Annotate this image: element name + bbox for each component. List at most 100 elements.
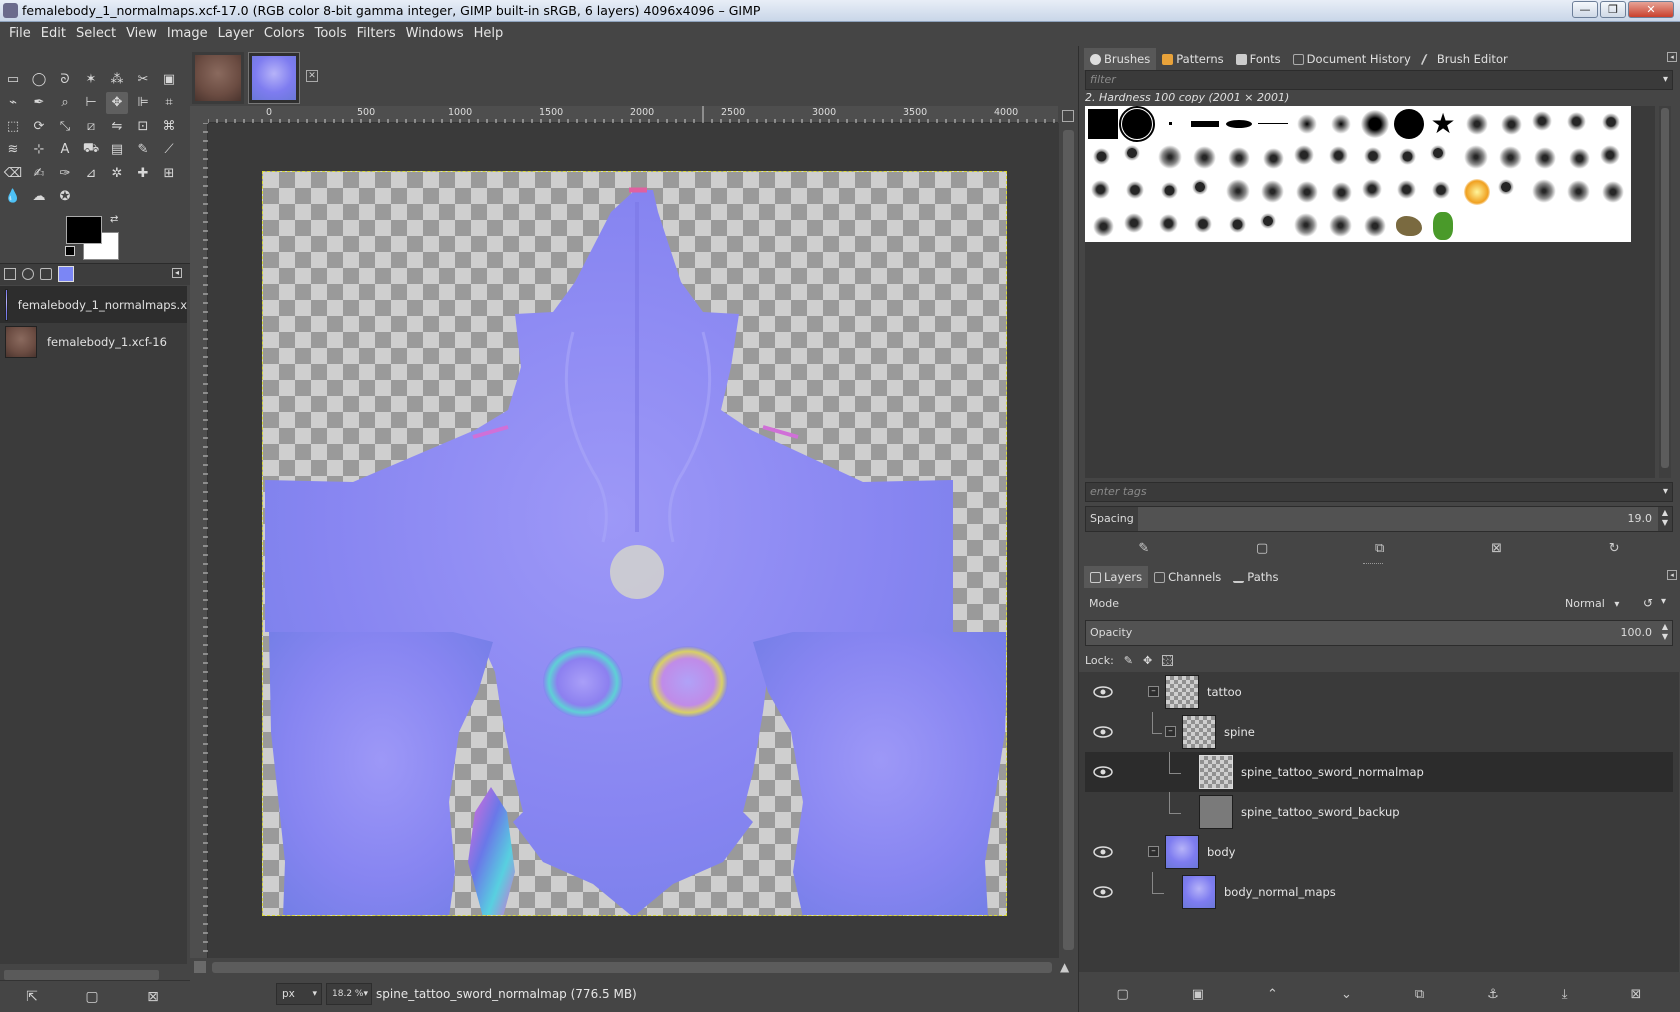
horizontal-scrollbar[interactable]: ▲ <box>190 958 1078 976</box>
paths-icon[interactable]: ⌁ <box>2 92 24 114</box>
brush-preview[interactable] <box>1189 108 1221 140</box>
brush-scrollbar[interactable] <box>1659 106 1671 478</box>
flip-icon[interactable]: ⇋ <box>106 115 128 137</box>
layer-row-body[interactable]: – body <box>1085 832 1673 872</box>
collapse-group-icon[interactable]: – <box>1165 726 1176 737</box>
spacing-slider[interactable]: Spacing 19.0 ▲ ▼ <box>1085 506 1673 532</box>
default-colors-icon[interactable] <box>65 246 75 256</box>
brush-preview[interactable] <box>1155 142 1187 174</box>
menu-layer[interactable]: Layer <box>213 22 259 46</box>
vertical-scrollbar[interactable] <box>1059 106 1078 958</box>
eye-icon[interactable] <box>1092 845 1114 859</box>
brush-preview[interactable] <box>1257 210 1289 242</box>
image-list-item[interactable]: femalebody_1_normalmaps.x <box>0 286 187 323</box>
brush-preview[interactable] <box>1119 106 1155 142</box>
lock-pixels-icon[interactable]: ✎ <box>1124 654 1133 667</box>
tab-brush-editor[interactable]: Brush Editor <box>1417 48 1514 70</box>
brush-preview[interactable] <box>1291 210 1323 242</box>
blur-icon[interactable]: 💧 <box>2 186 24 208</box>
delete-image-icon[interactable]: ⊠ <box>143 987 163 1007</box>
ellipse-select-icon[interactable]: ◯ <box>28 68 50 90</box>
collapse-group-icon[interactable]: – <box>1148 686 1159 697</box>
cage-icon[interactable]: ⌘ <box>158 115 180 137</box>
brush-preview[interactable] <box>1393 176 1425 208</box>
brush-preview[interactable] <box>1087 142 1119 174</box>
heal-icon[interactable]: ✚ <box>132 162 154 184</box>
tab-document-history[interactable]: Document History <box>1287 48 1417 70</box>
images-tab-icon[interactable] <box>58 266 74 282</box>
brush-preview[interactable] <box>1563 176 1595 208</box>
align-icon[interactable]: ⊫ <box>132 92 154 114</box>
brush-preview[interactable] <box>1291 142 1323 174</box>
menu-tools[interactable]: Tools <box>310 22 352 46</box>
ruler-horizontal[interactable]: 0 500 1000 1500 2000 2500 3000 3500 4000 <box>208 106 1058 123</box>
ruler-corner[interactable] <box>190 106 208 123</box>
vertical-scroll-thumb[interactable] <box>1063 130 1074 950</box>
brush-preview[interactable] <box>1257 142 1289 174</box>
eye-icon[interactable] <box>1092 765 1114 779</box>
menu-colors[interactable]: Colors <box>259 22 310 46</box>
brush-preview[interactable] <box>1087 108 1119 140</box>
undo-history-tab-icon[interactable] <box>40 268 52 280</box>
new-layer-icon[interactable]: ▢ <box>1116 987 1128 1002</box>
zoom-to-fit-icon[interactable] <box>1062 110 1074 122</box>
brush-preview[interactable] <box>1359 210 1391 242</box>
brush-preview[interactable] <box>1427 142 1459 174</box>
brush-preview[interactable] <box>1223 176 1255 208</box>
fuzzy-select-icon[interactable]: ✶ <box>80 68 102 90</box>
brush-preview[interactable] <box>1087 210 1119 242</box>
brush-preview[interactable] <box>1529 108 1561 140</box>
new-brush-icon[interactable]: ▢ <box>1256 541 1268 556</box>
zoom-icon[interactable]: ⌕ <box>54 92 76 114</box>
brush-preview[interactable] <box>1257 108 1289 140</box>
perspective-clone-icon[interactable]: ⊞ <box>158 162 180 184</box>
brush-preview[interactable] <box>1223 108 1255 140</box>
clone-icon[interactable]: ✲ <box>106 162 128 184</box>
menu-select[interactable]: Select <box>71 22 121 46</box>
edit-brush-icon[interactable]: ✎ <box>1138 541 1149 556</box>
brush-preview[interactable] <box>1359 108 1391 140</box>
brush-preview[interactable] <box>1087 176 1119 208</box>
brush-preview[interactable] <box>1461 108 1493 140</box>
switch-mode-icon[interactable]: ↺ <box>1643 596 1653 610</box>
ruler-vertical[interactable] <box>190 123 208 958</box>
eye-icon[interactable] <box>1092 885 1114 899</box>
brush-preview[interactable] <box>1563 108 1595 140</box>
layer-row-spine[interactable]: – spine <box>1085 712 1673 752</box>
handle-transform-icon[interactable]: ⊹ <box>28 139 50 161</box>
brush-preview[interactable] <box>1393 108 1425 140</box>
rect-select-icon[interactable]: ▭ <box>2 68 24 90</box>
tab-channels[interactable]: Channels <box>1148 566 1227 588</box>
scale-icon[interactable]: ⤡ <box>54 115 76 137</box>
color-picker-icon[interactable]: ✒ <box>28 92 50 114</box>
brush-preview[interactable] <box>1529 142 1561 174</box>
tab-patterns[interactable]: Patterns <box>1156 48 1229 70</box>
text-icon[interactable]: A <box>54 139 76 161</box>
image-list-item[interactable]: femalebody_1.xcf-16 <box>0 323 187 360</box>
brush-preview[interactable] <box>1155 108 1187 140</box>
brush-preview[interactable] <box>1121 142 1153 174</box>
ink-icon[interactable]: ✑ <box>54 162 76 184</box>
brush-preview[interactable] <box>1325 210 1357 242</box>
close-window-button[interactable]: ✕ <box>1628 1 1674 18</box>
image-tab[interactable] <box>192 52 244 104</box>
dock-menu-icon[interactable]: ◂ <box>1667 570 1677 580</box>
brush-preview[interactable] <box>1597 176 1629 208</box>
tool-options-tab-icon[interactable] <box>4 268 16 280</box>
scissors-icon[interactable]: ✂ <box>132 68 154 90</box>
gradient-icon[interactable]: ▤ <box>106 139 128 161</box>
crop-icon[interactable]: ⌗ <box>158 92 180 114</box>
new-view-icon[interactable]: ▢ <box>82 987 102 1007</box>
raise-layer-icon[interactable]: ⌃ <box>1267 987 1278 1002</box>
new-layer-group-icon[interactable]: ▣ <box>1192 987 1204 1002</box>
brush-preview[interactable] <box>1359 142 1391 174</box>
tab-layers[interactable]: Layers <box>1084 566 1149 588</box>
refresh-brushes-icon[interactable]: ↻ <box>1609 541 1620 556</box>
smudge-icon[interactable]: ☁ <box>28 186 50 208</box>
rotate-icon[interactable]: ⟳ <box>28 115 50 137</box>
brush-preview[interactable] <box>1155 176 1187 208</box>
lock-position-icon[interactable]: ✥ <box>1143 654 1152 667</box>
raise-view-icon[interactable]: ⇱ <box>22 987 42 1007</box>
brush-preview[interactable] <box>1189 176 1221 208</box>
layer-row-body-normal-maps[interactable]: body_normal_maps <box>1085 872 1673 912</box>
